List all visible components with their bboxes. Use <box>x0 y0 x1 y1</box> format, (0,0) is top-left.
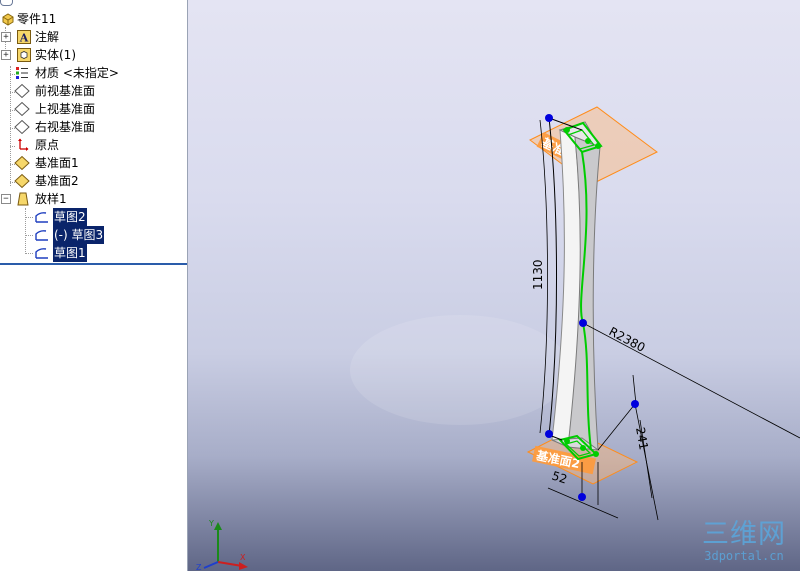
solid-bodies-icon <box>17 48 31 62</box>
tree-item-label: 注解 <box>35 30 60 44</box>
tree-item-label: 材质 <未指定> <box>35 66 119 80</box>
triad-z-label: Z <box>196 563 202 571</box>
tree-item-label: 草图2 <box>53 208 87 226</box>
plane-icon <box>14 83 30 99</box>
tree-item-solid-bodies[interactable]: + 实体(1) <box>0 46 187 64</box>
origin-icon <box>18 138 29 151</box>
tree-item-label: 右视基准面 <box>35 120 96 134</box>
tree-item-label: (-) 草图3 <box>53 226 105 244</box>
tree-item-loft1[interactable]: − 放样1 <box>0 190 187 208</box>
plane-icon <box>14 101 30 117</box>
expand-toggle-icon[interactable]: + <box>1 32 11 42</box>
annotations-icon: A <box>17 30 31 45</box>
sketch-icon <box>35 212 48 223</box>
panel-divider <box>0 263 187 265</box>
tree-item-front-plane[interactable]: 前视基准面 <box>0 82 187 100</box>
collapse-toggle-icon[interactable]: − <box>1 194 11 204</box>
length-dimension: 1130 <box>531 259 545 290</box>
tree-item-label: 放样1 <box>35 192 67 206</box>
tree-item-label: 草图1 <box>53 244 87 262</box>
watermark-site: 3dportal.cn <box>704 549 784 563</box>
svg-text:A: A <box>19 32 29 45</box>
plane-icon <box>14 119 30 135</box>
tree-item-annotations[interactable]: + A 注解 <box>0 28 187 46</box>
tree-item-label: 前视基准面 <box>35 84 96 98</box>
height-dimension: 241 <box>633 426 651 451</box>
tree-item-sketch1[interactable]: 草图1 <box>0 244 187 262</box>
background-glow <box>350 315 570 425</box>
reference-triad-icon: Y X Z <box>196 519 248 571</box>
tree-root-label: 零件11 <box>17 12 57 26</box>
feature-manager-tree: 零件11 + A 注解 + 实体(1) 材质 <未指定> 前视基准面 上视基准面… <box>0 0 188 571</box>
tree-root-part[interactable]: 零件11 <box>0 10 187 28</box>
tree-item-plane1[interactable]: 基准面1 <box>0 154 187 172</box>
radius-dimension: R2380 <box>607 324 648 355</box>
tree-item-material[interactable]: 材质 <未指定> <box>0 64 187 82</box>
watermark-logo: 三维网 <box>702 519 786 550</box>
tree-item-plane2[interactable]: 基准面2 <box>0 172 187 190</box>
sketch-icon <box>35 248 48 259</box>
graphics-viewport[interactable]: 基准面1 基准面2 <box>188 0 800 571</box>
triad-x-label: X <box>240 553 246 562</box>
tree-item-top-plane[interactable]: 上视基准面 <box>0 100 187 118</box>
sketch-icon <box>35 230 48 241</box>
loft-feature-icon <box>17 192 29 206</box>
tree-item-label: 基准面2 <box>35 174 79 188</box>
tree-item-label: 原点 <box>35 138 60 152</box>
part-icon <box>2 13 14 26</box>
tree-item-right-plane[interactable]: 右视基准面 <box>0 118 187 136</box>
site-watermark: 三维网 3dportal.cn <box>696 520 792 566</box>
tree-item-sketch3[interactable]: (-) 草图3 <box>0 226 187 244</box>
tree-item-label: 上视基准面 <box>35 102 96 116</box>
tree-item-label: 基准面1 <box>35 156 79 170</box>
material-icon <box>16 67 28 79</box>
reference-plane-icon <box>14 173 30 189</box>
triad-y-label: Y <box>208 519 214 528</box>
tree-item-origin[interactable]: 原点 <box>0 136 187 154</box>
tree-item-label: 实体(1) <box>35 48 76 62</box>
tree-item-sketch2[interactable]: 草图2 <box>0 208 187 226</box>
expand-toggle-icon[interactable]: + <box>1 50 11 60</box>
model-scene: 基准面1 基准面2 <box>350 106 800 521</box>
tree-scroll-edge <box>0 0 13 6</box>
lofted-body <box>551 121 602 451</box>
reference-plane-icon <box>14 155 30 171</box>
